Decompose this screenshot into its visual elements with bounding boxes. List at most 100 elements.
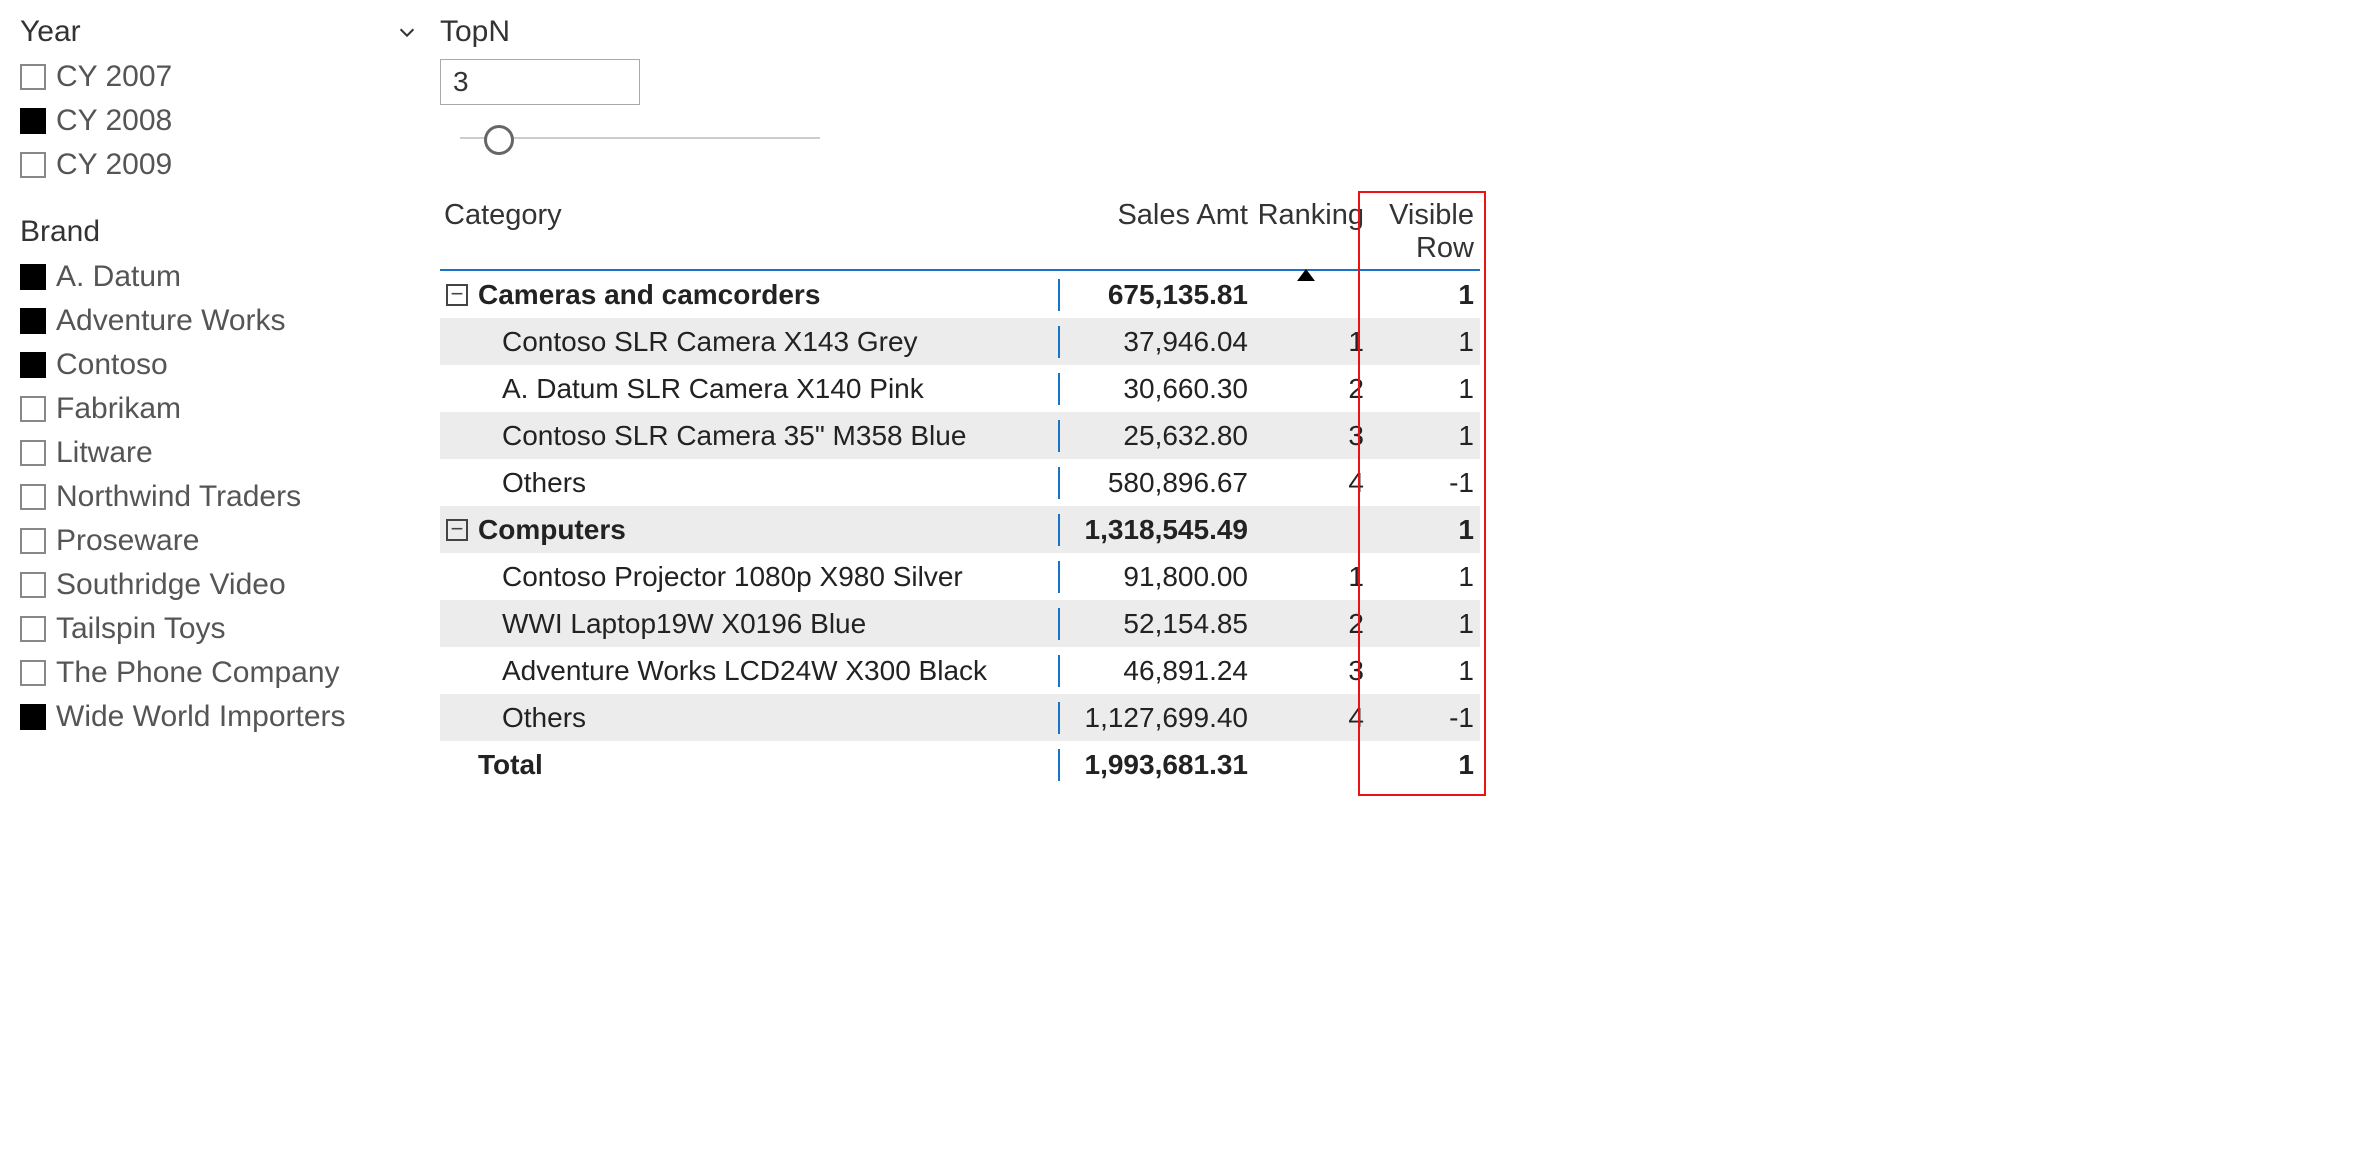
checkbox-icon[interactable]: [20, 152, 46, 178]
collapse-icon[interactable]: −: [446, 284, 468, 306]
matrix-data-row[interactable]: WWI Laptop19W X0196 Blue52,154.8521: [440, 600, 1480, 647]
brand-item[interactable]: Southridge Video: [20, 563, 420, 607]
year-item-label: CY 2009: [56, 148, 172, 182]
cell-sales: 675,135.81: [1060, 279, 1248, 311]
year-item[interactable]: CY 2009: [20, 143, 420, 187]
brand-slicer-header[interactable]: Brand: [20, 215, 420, 255]
row-label: Contoso SLR Camera 35" M358 Blue: [502, 420, 966, 452]
checkbox-icon[interactable]: [20, 616, 46, 642]
checkbox-icon[interactable]: [20, 528, 46, 554]
matrix-group-row[interactable]: −Computers1,318,545.491: [440, 506, 1480, 553]
cell-visible: 1: [1364, 420, 1480, 452]
cell-visible: 1: [1364, 561, 1480, 593]
topn-label: TopN: [440, 15, 2345, 49]
checkbox-icon[interactable]: [20, 704, 46, 730]
year-slicer-title: Year: [20, 15, 81, 49]
sort-ascending-icon: [1297, 269, 1315, 281]
checkbox-icon[interactable]: [20, 264, 46, 290]
brand-item-label: Wide World Importers: [56, 700, 346, 734]
brand-item[interactable]: Tailspin Toys: [20, 607, 420, 651]
header-visible[interactable]: Visible Row: [1364, 199, 1480, 265]
row-label: WWI Laptop19W X0196 Blue: [502, 608, 866, 640]
brand-item[interactable]: Proseware: [20, 519, 420, 563]
cell-sales: 25,632.80: [1060, 420, 1248, 452]
brand-item-label: A. Datum: [56, 260, 181, 294]
slider-thumb[interactable]: [484, 125, 514, 155]
cell-ranking: 2: [1248, 373, 1364, 405]
cell-ranking: 4: [1248, 467, 1364, 499]
cell-visible: 1: [1364, 373, 1480, 405]
checkbox-icon[interactable]: [20, 308, 46, 334]
header-sales[interactable]: Sales Amt: [1060, 199, 1248, 265]
brand-item-label: Proseware: [56, 524, 199, 558]
slider-track: [460, 137, 820, 139]
cell-visible: 1: [1364, 279, 1480, 311]
checkbox-icon[interactable]: [20, 396, 46, 422]
chevron-down-icon[interactable]: [394, 19, 420, 45]
checkbox-icon[interactable]: [20, 484, 46, 510]
topn-slider[interactable]: [440, 119, 820, 159]
matrix-data-row[interactable]: A. Datum SLR Camera X140 Pink30,660.3021: [440, 365, 1480, 412]
brand-item-label: Northwind Traders: [56, 480, 301, 514]
brand-item[interactable]: The Phone Company: [20, 651, 420, 695]
brand-item-label: The Phone Company: [56, 656, 340, 690]
matrix-group-row[interactable]: −Cameras and camcorders675,135.811: [440, 271, 1480, 318]
checkbox-icon[interactable]: [20, 108, 46, 134]
brand-item[interactable]: Litware: [20, 431, 420, 475]
cell-sales: 30,660.30: [1060, 373, 1248, 405]
matrix-data-row[interactable]: Contoso SLR Camera X143 Grey37,946.0411: [440, 318, 1480, 365]
cell-sales: 1,127,699.40: [1060, 702, 1248, 734]
brand-item-label: Southridge Video: [56, 568, 286, 602]
checkbox-icon[interactable]: [20, 352, 46, 378]
brand-item[interactable]: A. Datum: [20, 255, 420, 299]
brand-item[interactable]: Contoso: [20, 343, 420, 387]
cell-ranking: 1: [1248, 561, 1364, 593]
cell-sales: 1,993,681.31: [1060, 749, 1248, 781]
collapse-icon[interactable]: −: [446, 519, 468, 541]
matrix-data-row[interactable]: Adventure Works LCD24W X300 Black 46,891.…: [440, 647, 1480, 694]
cell-sales: 37,946.04: [1060, 326, 1248, 358]
header-ranking[interactable]: Ranking: [1248, 199, 1364, 265]
brand-item[interactable]: Wide World Importers: [20, 695, 420, 739]
brand-slicer-title: Brand: [20, 215, 100, 249]
row-label: Others: [502, 702, 586, 734]
brand-item-label: Fabrikam: [56, 392, 181, 426]
year-item-label: CY 2008: [56, 104, 172, 138]
matrix-data-row[interactable]: Others580,896.674-1: [440, 459, 1480, 506]
cell-ranking: 2: [1248, 608, 1364, 640]
checkbox-icon[interactable]: [20, 64, 46, 90]
year-item[interactable]: CY 2008: [20, 99, 420, 143]
checkbox-icon[interactable]: [20, 440, 46, 466]
cell-visible: 1: [1364, 514, 1480, 546]
row-label: Adventure Works LCD24W X300 Black: [502, 655, 987, 687]
year-item-label: CY 2007: [56, 60, 172, 94]
brand-item[interactable]: Fabrikam: [20, 387, 420, 431]
matrix-data-row[interactable]: Others1,127,699.404-1: [440, 694, 1480, 741]
year-slicer-header[interactable]: Year: [20, 15, 420, 55]
cell-ranking: 3: [1248, 655, 1364, 687]
header-category[interactable]: Category: [440, 199, 1060, 265]
matrix-data-row[interactable]: Contoso SLR Camera 35" M358 Blue 25,632.8…: [440, 412, 1480, 459]
topn-input[interactable]: 3: [440, 59, 640, 105]
cell-visible: -1: [1364, 702, 1480, 734]
row-label: Contoso SLR Camera X143 Grey: [502, 326, 918, 358]
year-slicer-items: CY 2007 CY 2008 CY 2009: [20, 55, 420, 187]
cell-ranking: 1: [1248, 326, 1364, 358]
cell-visible: 1: [1364, 326, 1480, 358]
brand-item-label: Litware: [56, 436, 153, 470]
brand-item[interactable]: Northwind Traders: [20, 475, 420, 519]
matrix-header-row: Category Sales Amt Ranking Visible Row: [440, 199, 1480, 271]
matrix-total-row: Total1,993,681.311: [440, 741, 1480, 788]
year-item[interactable]: CY 2007: [20, 55, 420, 99]
brand-item[interactable]: Adventure Works: [20, 299, 420, 343]
brand-item-label: Contoso: [56, 348, 168, 382]
checkbox-icon[interactable]: [20, 572, 46, 598]
cell-sales: 52,154.85: [1060, 608, 1248, 640]
cell-sales: 46,891.24: [1060, 655, 1248, 687]
checkbox-icon[interactable]: [20, 660, 46, 686]
brand-item-label: Adventure Works: [56, 304, 286, 338]
total-label: Total: [478, 749, 543, 781]
cell-visible: 1: [1364, 655, 1480, 687]
row-label: Contoso Projector 1080p X980 Silver: [502, 561, 963, 593]
matrix-data-row[interactable]: Contoso Projector 1080p X980 Silver91,80…: [440, 553, 1480, 600]
